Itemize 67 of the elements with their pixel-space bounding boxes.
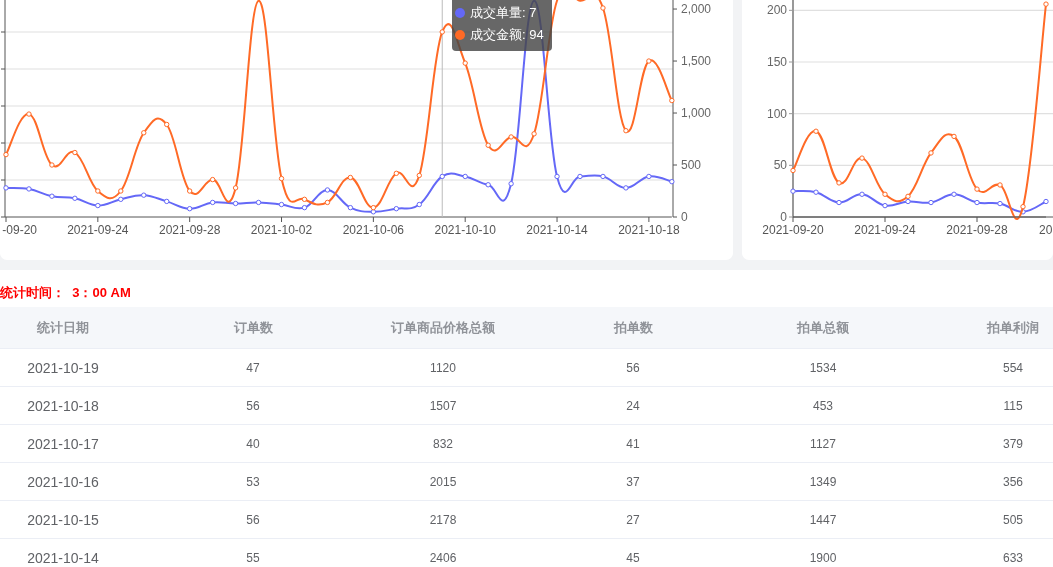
- axis-label: 2021-10-06: [342, 223, 405, 237]
- table-cell: 1349: [728, 463, 918, 501]
- table-cell: 24: [538, 387, 728, 425]
- axis-label: 2021-10-02: [250, 223, 313, 237]
- table-cell: 2021-10-17: [0, 425, 158, 463]
- table-cell: 1120: [348, 349, 538, 387]
- axis-label: 2021-09-28: [159, 223, 221, 237]
- axis-label: 200: [766, 3, 787, 18]
- table-cell: 2021-10-18: [0, 387, 158, 425]
- table-cell: 356: [918, 463, 1053, 501]
- table-cell: 1507: [348, 387, 538, 425]
- column-header: 订单数: [158, 307, 348, 349]
- table-cell: 56: [158, 501, 348, 539]
- column-header: 拍单总额: [728, 307, 918, 349]
- axis-label: 20: [1039, 223, 1053, 237]
- axis-label: 100: [766, 106, 787, 121]
- table-cell: 2015: [348, 463, 538, 501]
- table-cell: 2406: [348, 539, 538, 567]
- column-header: 拍单数: [538, 307, 728, 349]
- table-cell: 554: [918, 349, 1053, 387]
- table-cell: 27: [538, 501, 728, 539]
- table-cell: 1900: [728, 539, 918, 567]
- tooltip-text: 成交单量: 7: [470, 4, 537, 22]
- axis-label: 2021-10-10: [434, 223, 496, 237]
- axis-label: 50: [773, 158, 787, 173]
- table-cell: 41: [538, 425, 728, 463]
- table-cell: 2021-10-16: [0, 463, 158, 501]
- table-cell: 115: [918, 387, 1053, 425]
- axis-label: 2021-09-28: [946, 223, 1008, 237]
- axis-label: 2021-09-20: [762, 223, 824, 237]
- table-cell: 1534: [728, 349, 918, 387]
- table-cell: 56: [158, 387, 348, 425]
- table-cell: 379: [918, 425, 1053, 463]
- stats-time: 统计时间： 3：00 AM: [0, 285, 131, 300]
- table-cell: 55: [158, 539, 348, 567]
- axis-label: 2021-09-24: [854, 223, 916, 237]
- table-cell: 2021-10-15: [0, 501, 158, 539]
- table-cell: 1127: [728, 425, 918, 463]
- axis-label: 2021-10-18: [618, 223, 680, 237]
- table-cell: 45: [538, 539, 728, 567]
- table-cell: 2021-10-19: [0, 349, 158, 387]
- table-cell: 2021-10-14: [0, 539, 158, 567]
- axis-label: 0: [780, 210, 787, 224]
- table-cell: 2178: [348, 501, 538, 539]
- table-cell: 40: [158, 425, 348, 463]
- axis-label: 150: [766, 55, 787, 69]
- axis-label: 0: [681, 210, 688, 224]
- axis-label: 500: [681, 158, 702, 172]
- table-cell: 47: [158, 349, 348, 387]
- axis-label: 2021-10-14: [526, 223, 588, 237]
- axis-label: -09-20: [2, 223, 37, 237]
- axis-label: 1,000: [681, 106, 712, 120]
- table-cell: 37: [538, 463, 728, 501]
- table-cell: 56: [538, 349, 728, 387]
- table-cell: 53: [158, 463, 348, 501]
- table-cell: 1447: [728, 501, 918, 539]
- table-cell: 832: [348, 425, 538, 463]
- table-cell: 505: [918, 501, 1053, 539]
- axis-label: 1,500: [681, 54, 712, 69]
- column-header: 订单商品价格总额: [348, 307, 538, 349]
- tooltip-text: 成交金额: 94: [470, 26, 544, 44]
- column-header: 拍单利润: [918, 307, 1053, 349]
- table-cell: 633: [918, 539, 1053, 567]
- table-cell: 453: [728, 387, 918, 425]
- axis-label: 2,000: [681, 2, 712, 17]
- axis-label: 2021-09-24: [67, 223, 129, 237]
- column-header: 统计日期: [0, 307, 158, 349]
